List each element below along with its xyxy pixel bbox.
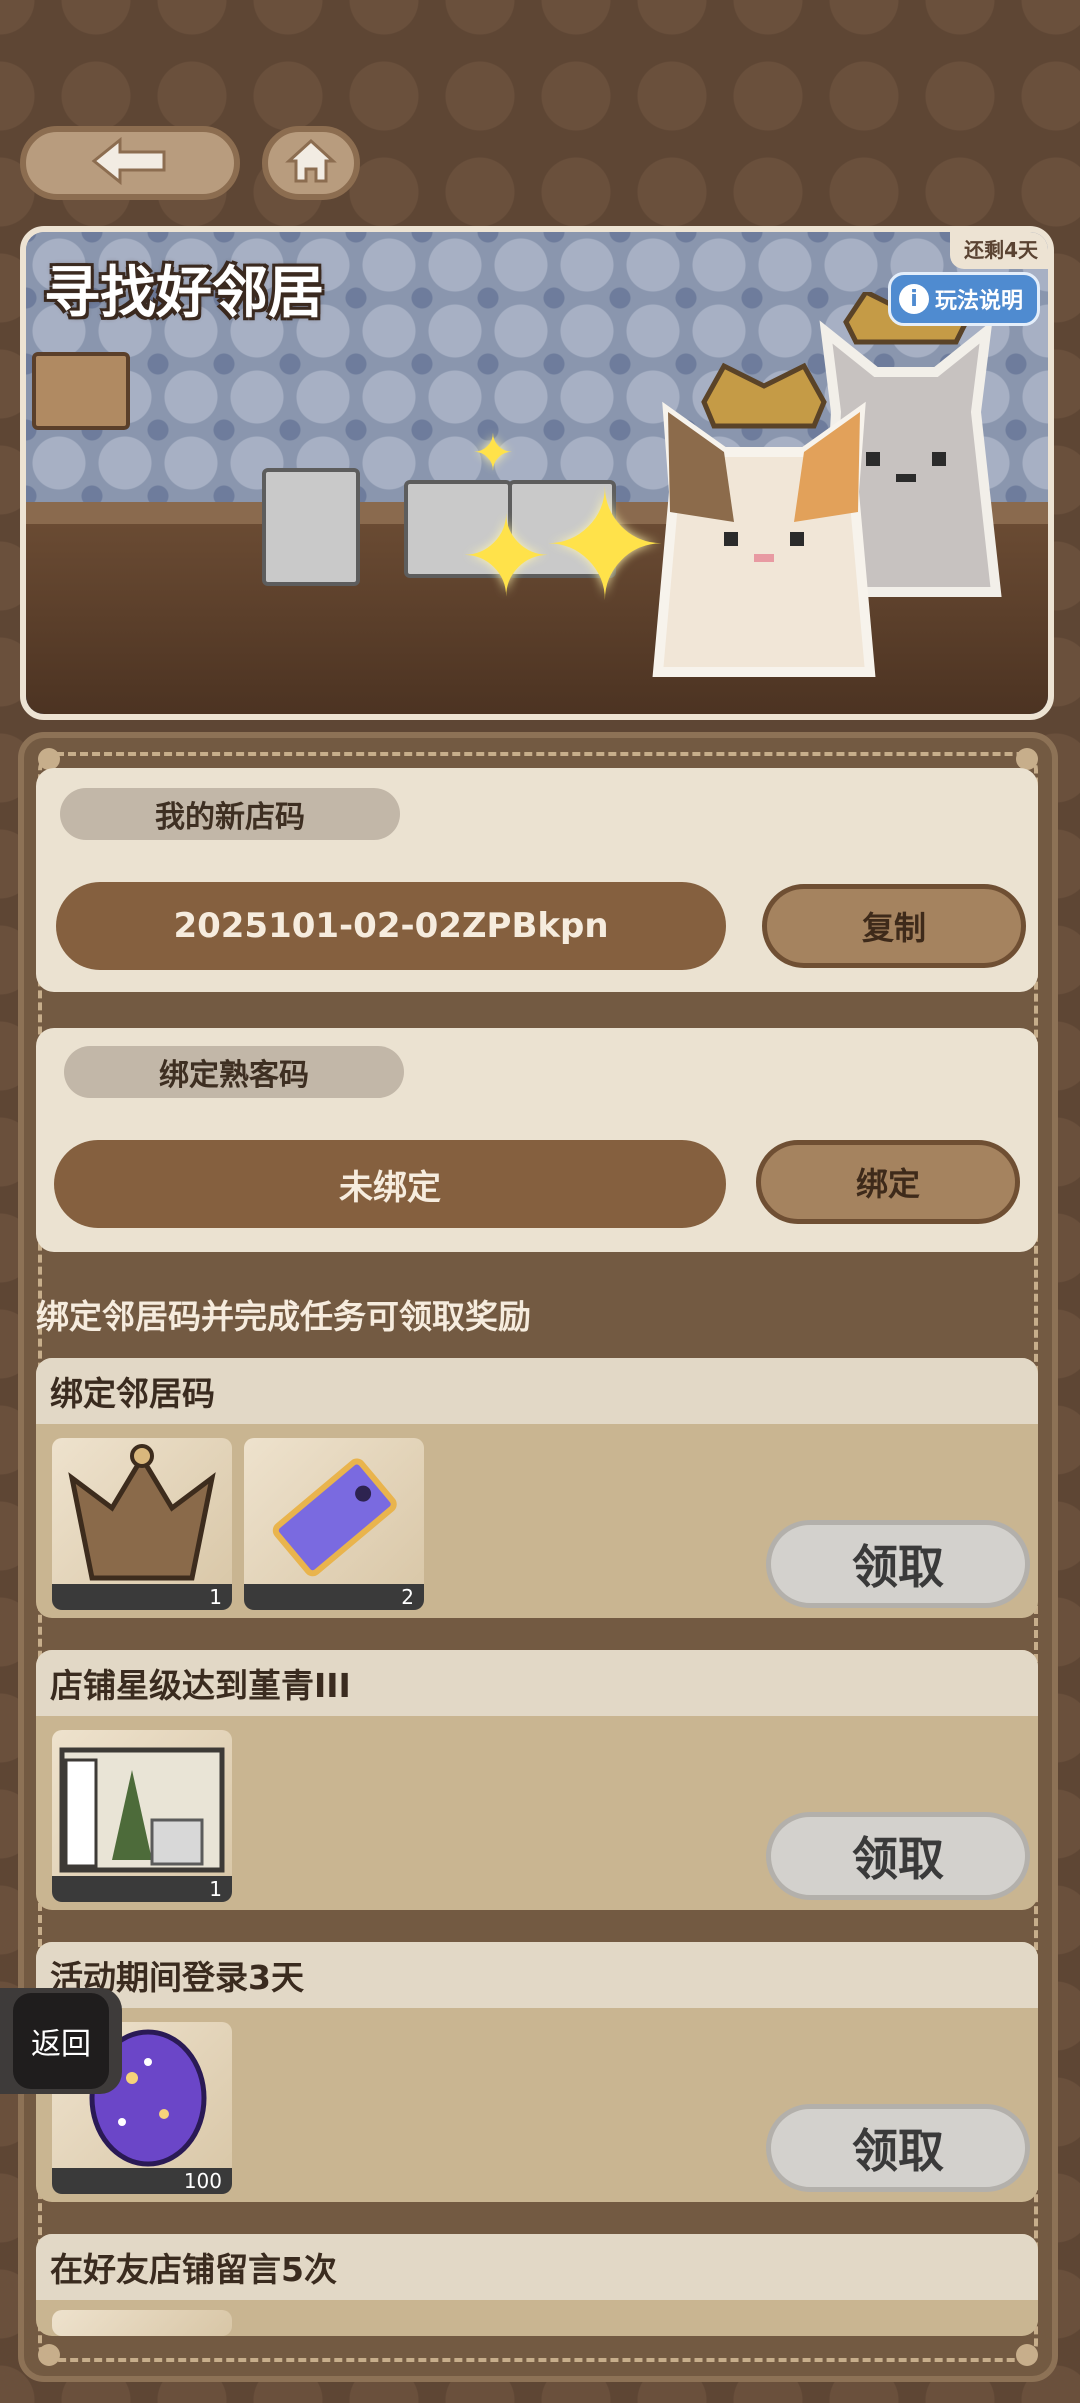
task-title: 在好友店铺留言5次 [36,2234,1038,2300]
sparkle-icon: ✦ [472,424,514,482]
task-card: 店铺星级达到堇青III 1 领取 [36,1650,1038,1910]
home-button[interactable] [262,126,360,200]
rules-label: 玩法说明 [934,289,1023,314]
banner-title: 寻找好邻居 [44,261,324,326]
task-title: 活动期间登录3天 [36,1942,1038,2008]
copy-button[interactable]: 复制 [762,884,1026,968]
decor-bundle-icon [59,1747,225,1873]
corner-dot [1016,748,1038,770]
item-count: 100 [52,2168,232,2194]
home-icon [285,137,337,189]
shop-code-card: 我的新店码 2025101-02-02ZPBkpn 复制 [36,768,1038,992]
back-button[interactable] [20,126,240,200]
task-title: 店铺星级达到堇青III [36,1650,1038,1716]
reward-hint: 绑定邻居码并完成任务可领取奖励 [36,1297,531,1336]
corner-dot [38,748,60,770]
claim-button[interactable]: 领取 [766,1812,1030,1900]
event-banner: ✦ ✦ ✦ 寻找好邻居 还剩4天 i 玩法说明 [20,226,1054,720]
item-count: 1 [52,1584,232,1610]
claim-button[interactable]: 领取 [766,1520,1030,1608]
bind-code-status[interactable]: 未绑定 [54,1140,726,1228]
ticket-icon [272,1458,397,1577]
rules-button[interactable]: i 玩法说明 [887,272,1040,326]
reward-item[interactable]: 2 [244,1438,424,1610]
task-card: 在好友店铺留言5次 [36,2234,1038,2336]
days-left-badge: 还剩4天 [950,232,1048,269]
crown-icon [68,1444,216,1581]
corner-dot [38,2344,60,2366]
item-count: 2 [244,1584,424,1610]
task-card: 绑定邻居码 1 2 领取 [36,1358,1038,1618]
reward-item[interactable] [52,2310,232,2336]
bind-button[interactable]: 绑定 [756,1140,1020,1224]
reward-item[interactable]: 1 [52,1730,232,1902]
floating-back-button[interactable]: 返回 [0,1988,122,2094]
coffee-machine-icon [262,468,360,586]
toaster-icon [32,352,130,430]
bind-code-tag: 绑定熟客码 [64,1046,404,1098]
shop-code-tag: 我的新店码 [60,788,400,840]
bind-code-card: 绑定熟客码 未绑定 绑定 [36,1028,1038,1252]
task-title: 绑定邻居码 [36,1358,1038,1424]
reward-item[interactable]: 1 [52,1438,232,1610]
claim-button[interactable]: 领取 [766,2104,1030,2192]
arrow-left-icon [90,136,170,190]
info-icon: i [898,284,929,314]
sparkle-icon: ✦ [460,493,553,621]
calico-cat-icon [652,362,876,677]
task-card: 活动期间登录3天 100 领取 [36,1942,1038,2202]
floating-back-label: 返回 [13,1993,109,2089]
shop-code-value: 2025101-02-02ZPBkpn [56,882,726,970]
corner-dot [1016,2344,1038,2366]
item-count: 1 [52,1876,232,1902]
